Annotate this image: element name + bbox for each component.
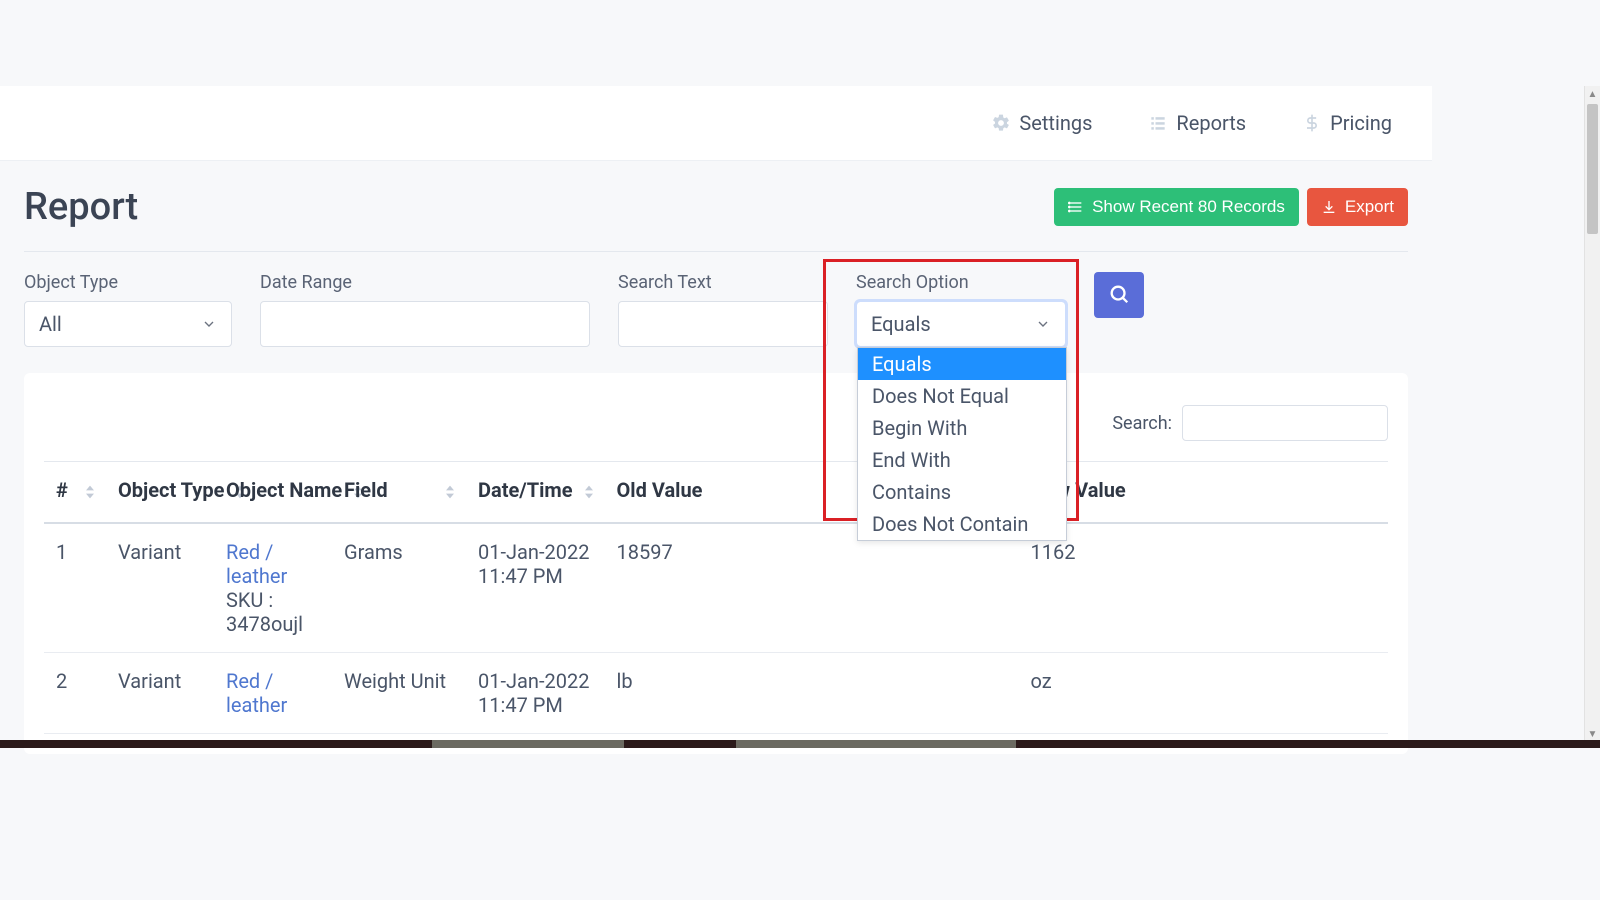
object-name-link[interactable]: Red / leather xyxy=(226,540,287,588)
th-object-name[interactable]: Object Name xyxy=(214,461,332,524)
sort-icon xyxy=(86,484,94,500)
report-table: # Object Type Object Name Field Date/Tim… xyxy=(44,461,1388,734)
dropdown-option-does-not-equal[interactable]: Does Not Equal xyxy=(858,380,1066,412)
nav-reports[interactable]: Reports xyxy=(1148,111,1246,135)
object-type-label: Object Type xyxy=(24,272,232,293)
download-icon xyxy=(1321,199,1337,215)
cell-new-value: 1162 xyxy=(1019,524,1388,653)
export-label: Export xyxy=(1345,197,1394,217)
search-option-dropdown: Equals Does Not Equal Begin With End Wit… xyxy=(857,347,1067,541)
sort-icon xyxy=(446,484,454,500)
th-datetime[interactable]: Date/Time xyxy=(466,461,605,524)
scrollbar[interactable]: ▲ ▼ xyxy=(1584,86,1600,742)
cell-object-type: Variant xyxy=(106,653,214,734)
search-icon xyxy=(1108,283,1130,308)
cell-object-name: Red / leather xyxy=(214,653,332,734)
nav-settings[interactable]: Settings xyxy=(991,111,1092,135)
chevron-down-icon xyxy=(201,316,217,332)
cell-object-name: Red / leather SKU : 3478oujl xyxy=(214,524,332,653)
search-text-label: Search Text xyxy=(618,272,828,293)
th-field[interactable]: Field xyxy=(332,461,466,524)
search-option-select[interactable]: Equals Equals Does Not Equal Begin With … xyxy=(856,301,1066,347)
dollar-icon xyxy=(1302,113,1322,133)
nav-pricing-label: Pricing xyxy=(1330,111,1392,135)
page-title: Report xyxy=(24,185,138,229)
object-name-link[interactable]: Red / leather xyxy=(226,669,287,717)
search-option-label: Search Option xyxy=(856,272,1066,293)
dropdown-option-equals[interactable]: Equals xyxy=(858,348,1066,380)
footer-segment xyxy=(736,740,1016,748)
date-range-label: Date Range xyxy=(260,272,590,293)
cell-field: Weight Unit xyxy=(332,653,466,734)
table-search-input[interactable] xyxy=(1182,405,1388,441)
table-row: 1 Variant Red / leather SKU : 3478oujl G… xyxy=(44,524,1388,653)
sort-icon xyxy=(585,484,593,500)
table-row: 2 Variant Red / leather Weight Unit 01-J… xyxy=(44,653,1388,734)
cell-datetime: 01-Jan-2022 11:47 PM xyxy=(466,653,605,734)
search-text-input[interactable] xyxy=(618,301,828,347)
report-card: Search: # Object Type Obje xyxy=(24,373,1408,754)
th-new-value[interactable]: New Value xyxy=(1019,461,1388,524)
dropdown-option-begin-with[interactable]: Begin With xyxy=(858,412,1066,444)
table-search-label: Search: xyxy=(1112,413,1172,434)
show-recent-label: Show Recent 80 Records xyxy=(1092,197,1285,217)
date-range-input[interactable] xyxy=(260,301,590,347)
page-header: Report Show Recent 80 Records Export xyxy=(24,185,1408,252)
sku-text: SKU : 3478oujl xyxy=(226,588,303,636)
dropdown-option-end-with[interactable]: End With xyxy=(858,444,1066,476)
cell-index: 1 xyxy=(44,524,106,653)
th-object-type[interactable]: Object Type xyxy=(106,461,214,524)
cell-field: Grams xyxy=(332,524,466,653)
search-button[interactable] xyxy=(1094,272,1144,318)
chevron-down-icon xyxy=(1035,316,1051,332)
dropdown-option-contains[interactable]: Contains xyxy=(858,476,1066,508)
dropdown-option-does-not-contain[interactable]: Does Not Contain xyxy=(858,508,1066,540)
filters-row: Object Type All Date Range Search Text S… xyxy=(24,272,1408,347)
object-type-value: All xyxy=(39,312,62,336)
top-nav: Settings Reports Pricing xyxy=(0,86,1432,161)
footer-segment xyxy=(432,740,624,748)
cell-old-value: 18597 xyxy=(605,524,1019,653)
search-option-value: Equals xyxy=(871,312,931,336)
nav-pricing[interactable]: Pricing xyxy=(1302,111,1392,135)
cell-index: 2 xyxy=(44,653,106,734)
nav-settings-label: Settings xyxy=(1019,111,1092,135)
list-icon xyxy=(1068,199,1084,215)
list-icon xyxy=(1148,113,1168,133)
cell-new-value: oz xyxy=(1019,653,1388,734)
show-recent-button[interactable]: Show Recent 80 Records xyxy=(1054,188,1299,226)
scroll-up-icon[interactable]: ▲ xyxy=(1585,86,1600,102)
object-type-select[interactable]: All xyxy=(24,301,232,347)
export-button[interactable]: Export xyxy=(1307,188,1408,226)
scrollbar-thumb[interactable] xyxy=(1587,104,1598,234)
cell-object-type: Variant xyxy=(106,524,214,653)
cell-datetime: 01-Jan-2022 11:47 PM xyxy=(466,524,605,653)
gear-icon xyxy=(991,113,1011,133)
th-index[interactable]: # xyxy=(44,461,106,524)
search-option-group: Search Option Equals Equals Does Not Equ… xyxy=(856,272,1066,347)
cell-old-value: lb xyxy=(605,653,1019,734)
nav-reports-label: Reports xyxy=(1176,111,1246,135)
